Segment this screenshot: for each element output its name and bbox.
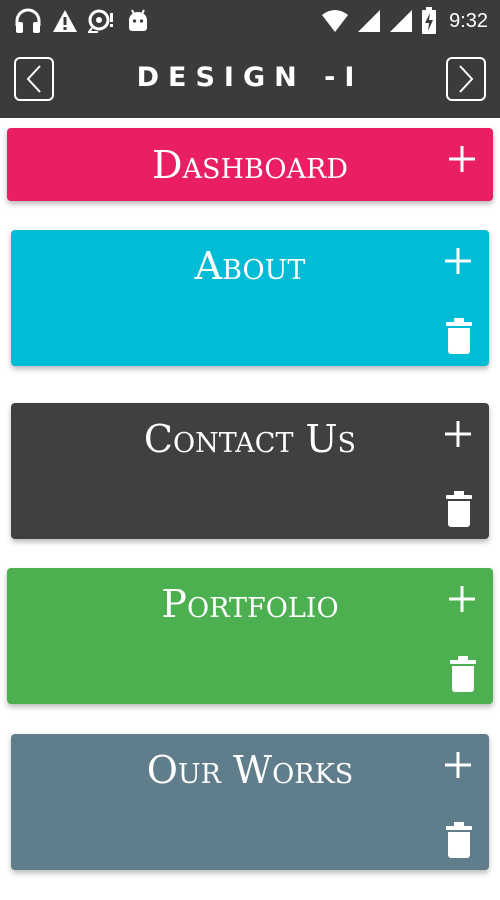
android-icon — [129, 9, 147, 31]
chevron-right-icon — [459, 65, 474, 93]
plus-icon[interactable] — [447, 144, 477, 174]
plus-icon[interactable] — [443, 419, 473, 449]
signal-icon — [390, 10, 413, 32]
battery-charging-icon — [422, 7, 437, 34]
clock-time: 9:32 — [449, 9, 488, 32]
wifi-icon — [322, 10, 349, 32]
page-title: DESIGN -I — [136, 62, 364, 93]
headphones-icon — [15, 8, 41, 33]
card-our-works[interactable]: Our Works — [11, 734, 489, 870]
plus-icon[interactable] — [443, 750, 473, 780]
system-icons: 9:32 — [321, 7, 488, 35]
plus-icon[interactable] — [443, 246, 473, 276]
card-title: Our Works — [146, 748, 354, 792]
card-title: Contact Us — [143, 417, 357, 461]
status-bar: 9:32 — [0, 0, 500, 44]
next-button[interactable] — [446, 57, 486, 101]
card-about[interactable]: About — [11, 230, 489, 366]
trash-icon[interactable] — [446, 318, 472, 354]
card-portfolio[interactable]: Portfolio — [7, 568, 493, 704]
card-title: Portfolio — [161, 582, 339, 626]
signal-icon — [358, 10, 381, 32]
vpn-key-icon — [88, 9, 113, 33]
card-title: Dashboard — [152, 143, 348, 187]
warning-icon — [53, 10, 77, 32]
card-title: About — [194, 244, 306, 288]
toolbar: DESIGN -I — [0, 44, 500, 118]
plus-icon[interactable] — [447, 584, 477, 614]
notification-icons — [14, 8, 150, 34]
card-contact-us[interactable]: Contact Us — [11, 403, 489, 539]
trash-icon[interactable] — [446, 822, 472, 858]
card-dashboard[interactable]: Dashboard — [7, 128, 493, 201]
trash-icon[interactable] — [450, 656, 476, 692]
trash-icon[interactable] — [446, 491, 472, 527]
